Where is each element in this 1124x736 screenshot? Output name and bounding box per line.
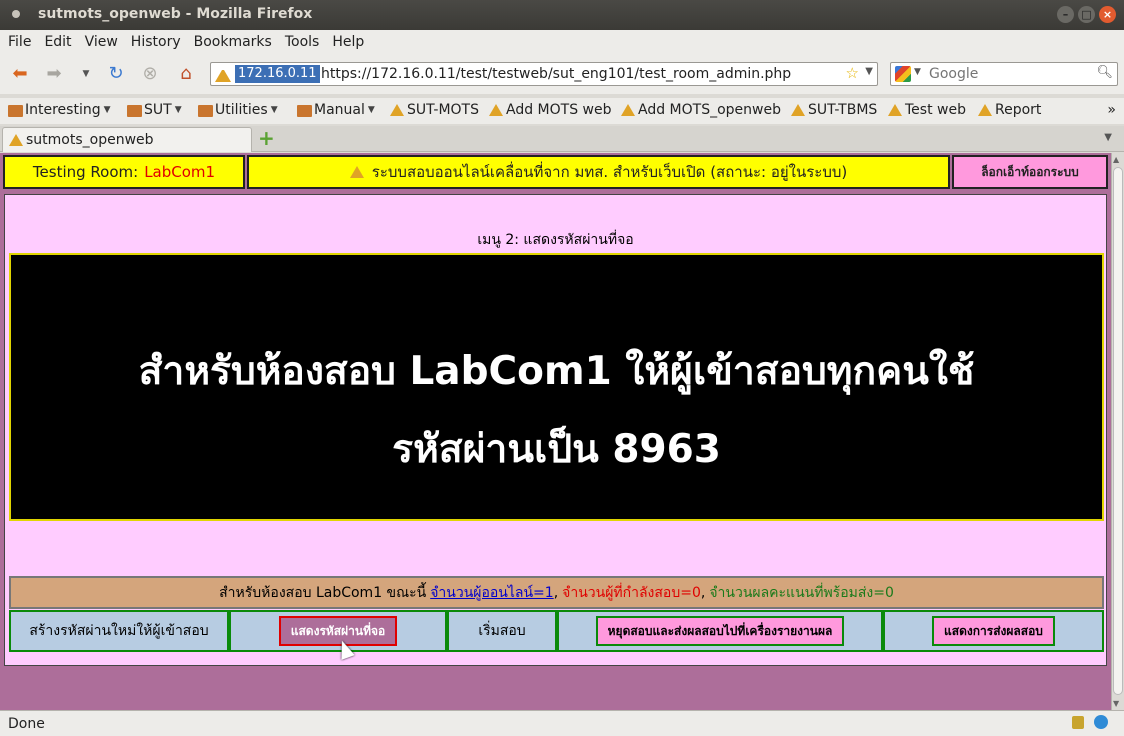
status-text: Done xyxy=(8,716,45,732)
reload-icon[interactable]: ↻ xyxy=(104,63,128,85)
password-display-box: สำหรับห้องสอบ LabCom1 ให้ผู้เข้าสอบทุกคน… xyxy=(9,253,1104,521)
lock-icon[interactable] xyxy=(1072,716,1084,729)
bookmark-folder-interesting[interactable]: Interesting ▼ xyxy=(8,102,111,118)
chevron-down-icon: ▼ xyxy=(270,105,278,115)
window-menu-icon[interactable] xyxy=(12,10,20,18)
new-tab-plus-icon[interactable]: + xyxy=(258,128,275,148)
url-host-highlight: 172.16.0.11 xyxy=(235,65,320,83)
tab-favicon-icon xyxy=(9,134,23,146)
bookmark-add-mots-openweb[interactable]: Add MOTS_openweb xyxy=(621,102,781,118)
url-bar[interactable]: 172.16.0.11 https://172.16.0.11/test/tes… xyxy=(210,62,878,86)
action-row: สร้างรหัสผ่านใหม่ให้ผู้เข้าสอบ แสดงรหัสผ… xyxy=(9,610,1104,652)
logout-button[interactable]: ล็อกเอ็าท์ออกระบบ xyxy=(952,155,1108,189)
menu-tools[interactable]: Tools xyxy=(285,34,320,50)
menubar: File Edit View History Bookmarks Tools H… xyxy=(0,30,1124,54)
bookmarks-toolbar: Interesting ▼ SUT ▼ Utilities ▼ Manual ▼ SUT… xyxy=(0,98,1124,124)
scroll-up-icon[interactable]: ▲ xyxy=(1113,155,1119,164)
vertical-scrollbar[interactable]: ▲ ▼ xyxy=(1111,153,1124,710)
menu-history[interactable]: History xyxy=(131,34,181,50)
search-input[interactable] xyxy=(929,65,1094,83)
online-count-link[interactable]: จำนวนผู้ออนไลน์=1 xyxy=(430,582,553,604)
system-title-cell: ระบบสอบออนไลน์เคลื่อนที่จาก มทส. สำหรับเ… xyxy=(247,155,950,189)
create-password-button[interactable]: สร้างรหัสผ่านใหม่ให้ผู้เข้าสอบ xyxy=(9,610,229,652)
window-title: sutmots_openweb - Mozilla Firefox xyxy=(38,6,313,22)
search-bar[interactable]: ▼ 🔍︎ xyxy=(890,62,1118,86)
bookmark-sut-mots[interactable]: SUT-MOTS xyxy=(390,102,479,118)
menu-help[interactable]: Help xyxy=(332,34,364,50)
bookmark-folder-utilities[interactable]: Utilities ▼ xyxy=(198,102,278,118)
history-dropdown-icon[interactable]: ▼ xyxy=(74,63,98,85)
bookmark-report[interactable]: Report xyxy=(978,102,1041,118)
url-dropdown-icon[interactable]: ▼ xyxy=(865,66,873,77)
testing-count: จำนวนผู้ที่กำลังสอบ=0 xyxy=(562,584,701,601)
menu-edit[interactable]: Edit xyxy=(44,34,71,50)
stop-icon[interactable]: ⊗ xyxy=(138,63,162,85)
page-content: Testing Room: LabCom1 ระบบสอบออนไลน์เคลื… xyxy=(0,153,1111,710)
folder-icon xyxy=(198,105,213,117)
back-arrow-icon[interactable]: ⬅ xyxy=(8,63,32,85)
close-icon[interactable]: × xyxy=(1099,6,1116,23)
password-instruction-line: สำหรับห้องสอบ LabCom1 ให้ผู้เข้าสอบทุกคน… xyxy=(138,349,975,394)
bookmark-sut-tbms[interactable]: SUT-TBMS xyxy=(791,102,877,118)
chevron-down-icon: ▼ xyxy=(174,105,182,115)
bookmark-folder-sut[interactable]: SUT ▼ xyxy=(127,102,182,118)
show-sending-button[interactable]: แสดงการส่งผลสอบ xyxy=(932,616,1055,646)
stop-exam-button[interactable]: หยุดสอบและส่งผลสอบไปที่เครื่องรายงานผล xyxy=(595,616,845,646)
google-engine-icon[interactable] xyxy=(895,66,911,82)
bookmarks-overflow-icon[interactable]: » xyxy=(1107,102,1116,118)
scrollbar-thumb[interactable] xyxy=(1113,167,1123,695)
bookmark-page-icon xyxy=(489,104,503,116)
tab-list-dropdown-icon[interactable]: ▼ xyxy=(1104,132,1112,143)
bookmark-test-web[interactable]: Test web xyxy=(888,102,966,118)
bookmark-page-icon xyxy=(791,104,805,116)
tab-bar: sutmots_openweb + ▼ xyxy=(0,126,1124,152)
maximize-icon[interactable]: □ xyxy=(1078,6,1095,23)
menu-caption: เมนู 2: แสดงรหัสผ่านที่จอ xyxy=(477,232,634,248)
url-text[interactable]: https://172.16.0.11/test/testweb/sut_eng… xyxy=(321,65,791,83)
main-panel: เมนู 2: แสดงรหัสผ่านที่จอ สำหรับห้องสอบ … xyxy=(4,194,1107,666)
tab-sutmots-openweb[interactable]: sutmots_openweb xyxy=(2,127,252,152)
bookmark-page-icon xyxy=(978,104,992,116)
minimize-icon[interactable]: – xyxy=(1057,6,1074,23)
bookmark-folder-manual[interactable]: Manual ▼ xyxy=(297,102,375,118)
menu-bookmarks[interactable]: Bookmarks xyxy=(194,34,272,50)
status-bar: Done xyxy=(0,710,1124,736)
bookmark-star-icon[interactable]: ☆ xyxy=(846,64,859,82)
password-value-line: รหัสผ่านเป็น 8963 xyxy=(392,427,721,472)
room-status-row: สำหรับห้องสอบ LabCom1 ขณะนี้ จำนวนผู้ออน… xyxy=(9,576,1104,609)
home-icon[interactable]: ⌂ xyxy=(174,63,198,85)
room-name: LabCom1 xyxy=(144,163,216,181)
testing-room-cell: Testing Room: LabCom1 xyxy=(3,155,245,189)
forward-arrow-icon[interactable]: ➡ xyxy=(42,63,66,85)
system-logo-icon xyxy=(349,166,364,178)
menu-view[interactable]: View xyxy=(85,34,118,50)
search-icon[interactable]: 🔍︎ xyxy=(1096,65,1113,80)
bookmark-page-icon xyxy=(390,104,404,116)
folder-icon xyxy=(8,105,23,117)
scroll-down-icon[interactable]: ▼ xyxy=(1113,699,1119,708)
bookmark-page-icon xyxy=(888,104,902,116)
folder-icon xyxy=(297,105,312,117)
system-title: ระบบสอบออนไลน์เคลื่อนที่จาก มทส. สำหรับเ… xyxy=(371,163,848,181)
start-exam-button[interactable]: เริ่มสอบ xyxy=(447,610,557,652)
chevron-down-icon: ▼ xyxy=(103,105,111,115)
ready-score-count: จำนวนผลคะแนนที่พร้อมส่ง=0 xyxy=(709,584,894,601)
engine-dropdown-icon[interactable]: ▼ xyxy=(914,67,921,77)
room-label: Testing Room: xyxy=(32,163,139,181)
site-identity-icon[interactable] xyxy=(215,66,231,82)
bookmark-add-mots-web[interactable]: Add MOTS web xyxy=(489,102,612,118)
folder-icon xyxy=(127,105,142,117)
bookmark-page-icon xyxy=(621,104,635,116)
noscript-icon[interactable] xyxy=(1094,715,1108,729)
window-titlebar: sutmots_openweb - Mozilla Firefox – □ × xyxy=(0,0,1124,30)
chevron-down-icon: ▼ xyxy=(367,105,375,115)
menu-file[interactable]: File xyxy=(8,34,31,50)
status-prefix: สำหรับห้องสอบ LabCom1 ขณะนี้ xyxy=(219,584,427,601)
